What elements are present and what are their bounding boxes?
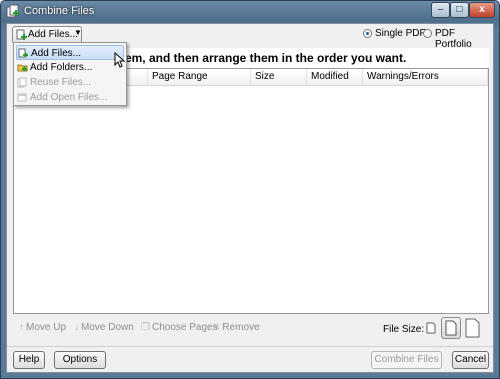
title-bar[interactable]: Combine Files – □ x: [1, 1, 499, 23]
menu-item-add-files-label: Add Files...: [31, 48, 82, 59]
file-size-large-button[interactable]: [463, 317, 483, 339]
help-button[interactable]: Help: [13, 351, 45, 369]
move-up-label: Move Up: [26, 322, 67, 333]
remove-label: Remove: [222, 322, 260, 333]
cancel-button[interactable]: Cancel: [452, 351, 489, 369]
move-down-button[interactable]: ↓ Move Down: [74, 322, 134, 333]
options-button[interactable]: Options: [54, 351, 106, 369]
open-files-icon: [17, 93, 27, 102]
menu-item-add-open-files-label: Add Open Files...: [30, 92, 108, 103]
close-button[interactable]: x: [469, 2, 495, 18]
menu-item-add-folders-label: Add Folders...: [30, 62, 93, 73]
single-pdf-radio[interactable]: [363, 29, 372, 38]
menu-item-reuse-files-label: Reuse Files...: [30, 77, 92, 88]
single-pdf-label[interactable]: Single PDF: [375, 28, 426, 39]
arrow-down-icon: ↓: [74, 322, 79, 333]
pdf-portfolio-label[interactable]: PDF Portfolio: [435, 28, 493, 50]
column-header-size[interactable]: Size: [251, 69, 307, 86]
window-title: Combine Files: [24, 5, 95, 17]
choose-pages-label: Choose Pages: [151, 322, 218, 333]
add-file-icon: [16, 29, 27, 40]
file-size-default-button[interactable]: [441, 317, 461, 339]
app-icon: [6, 4, 19, 18]
add-file-icon: [18, 48, 28, 58]
default-document-icon: [445, 320, 457, 336]
move-up-button[interactable]: ↑ Move Up: [19, 322, 66, 333]
add-folder-icon: [17, 64, 28, 72]
pdf-portfolio-radio[interactable]: [423, 29, 432, 38]
move-down-label: Move Down: [81, 322, 134, 333]
menu-item-add-open-files[interactable]: Add Open Files...: [16, 90, 124, 105]
column-header-warnings[interactable]: Warnings/Errors: [363, 69, 488, 86]
combine-files-button[interactable]: Combine Files: [371, 351, 442, 369]
large-document-icon: [465, 318, 480, 338]
column-header-page-range[interactable]: Page Range: [148, 69, 251, 86]
file-size-small-button[interactable]: [421, 317, 441, 339]
reuse-files-icon: [17, 77, 27, 88]
small-document-icon: [426, 322, 436, 334]
arrow-up-icon: ↑: [19, 322, 24, 333]
mouse-cursor-icon: [114, 52, 126, 68]
choose-pages-button[interactable]: ❐ Choose Pages: [141, 322, 218, 333]
chevron-down-icon: ▼: [74, 28, 82, 37]
minimize-button[interactable]: –: [431, 2, 450, 18]
add-files-label: Add Files...: [28, 29, 79, 40]
remove-button[interactable]: ✕ Remove: [212, 322, 260, 333]
remove-x-icon: ✕: [212, 322, 221, 333]
menu-item-reuse-files[interactable]: Reuse Files...: [16, 75, 124, 90]
menu-item-add-folders[interactable]: Add Folders...: [16, 60, 124, 75]
add-files-menu: Add Files... Add Folders... Reuse Files.…: [13, 42, 127, 106]
pages-icon: ❐: [141, 322, 150, 333]
menu-item-add-files[interactable]: Add Files...: [16, 45, 124, 60]
column-header-modified[interactable]: Modified: [307, 69, 363, 86]
footer-separator: [7, 346, 493, 347]
file-size-label: File Size:: [383, 324, 425, 335]
maximize-button[interactable]: □: [450, 2, 469, 18]
